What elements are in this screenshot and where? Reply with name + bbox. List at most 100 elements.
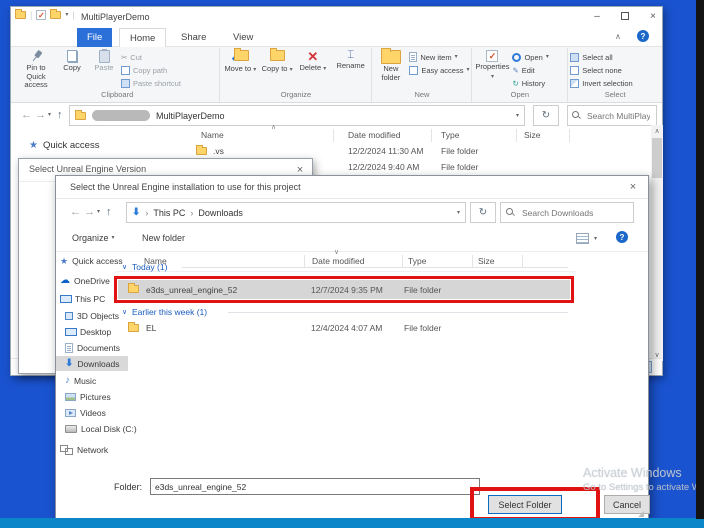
pin-to-quick-access-button[interactable]: Pin to Quick access (17, 50, 55, 90)
folder-icon[interactable] (50, 11, 61, 19)
rename-button[interactable]: ⌶Rename (332, 50, 370, 71)
copy-path-button[interactable]: Copy path (121, 64, 181, 76)
back-icon[interactable]: ← (21, 109, 32, 121)
easy-access-button[interactable]: Easy access▾ (409, 64, 469, 76)
copy-to-button[interactable]: Copy to ▾ (260, 50, 294, 73)
breadcrumb-this-pc[interactable]: This PC (153, 208, 185, 218)
sidebar-item-local-disk[interactable]: Local Disk (C:) (65, 422, 137, 436)
cut-button[interactable]: ✂Cut (121, 51, 181, 63)
collapse-group-icon[interactable]: ∨ (122, 263, 127, 271)
select-none-button[interactable]: Select none (570, 64, 632, 76)
close-button[interactable]: × (641, 7, 665, 25)
sidebar-item-this-pc[interactable]: This PC (60, 292, 105, 306)
folder-name-field[interactable] (150, 478, 480, 495)
sidebar-item-3d-objects[interactable]: 3D Objects (65, 309, 119, 323)
minimize-button[interactable]: – (585, 7, 609, 25)
copy-button[interactable]: Copy (57, 50, 87, 73)
column-type[interactable]: Type (441, 130, 459, 140)
properties-button[interactable]: ✓Properties ▾ (474, 50, 510, 80)
sidebar-item-network[interactable]: Network (60, 443, 108, 457)
column-size[interactable]: Size (478, 256, 495, 266)
search-input[interactable] (585, 110, 652, 122)
close-icon[interactable]: × (624, 179, 642, 195)
search-box[interactable] (500, 202, 634, 223)
ribbon-group-open: ✓Properties ▾ Open▾ ✎Edit ↻History Open (472, 48, 568, 102)
group-header[interactable]: Earlier this week (1) (132, 307, 207, 317)
view-mode-icon[interactable] (576, 233, 589, 244)
sidebar-item-quick-access[interactable]: ★ Quick access (29, 140, 99, 151)
new-folder-icon (381, 50, 401, 64)
column-size[interactable]: Size (524, 130, 541, 140)
scroll-up-icon[interactable]: ∧ (651, 125, 663, 137)
chevron-down-icon[interactable]: ▾ (457, 210, 460, 216)
new-folder-button[interactable]: New folder (142, 233, 185, 243)
search-input[interactable] (520, 207, 628, 219)
copy-to-icon (270, 50, 285, 64)
move-to-button[interactable]: ⬅Move to ▾ (222, 50, 258, 73)
sidebar-item-onedrive[interactable]: ☁OneDrive (60, 274, 110, 288)
history-icon: ↻ (512, 79, 518, 88)
refresh-button[interactable]: ↻ (533, 105, 559, 126)
collapse-group-icon[interactable]: ∨ (122, 308, 127, 316)
sidebar-item-downloads[interactable]: ⬇Downloads (65, 357, 119, 371)
maximize-button[interactable] (613, 7, 637, 25)
organize-button[interactable]: Organize▾ (72, 233, 115, 243)
up-icon[interactable]: ↑ (106, 206, 112, 218)
invert-selection-button[interactable]: Invert selection (570, 77, 632, 89)
folder-name-input[interactable] (151, 479, 479, 494)
checkmark-icon[interactable]: ✓ (36, 10, 46, 20)
history-button[interactable]: ↻History (512, 77, 548, 89)
tab-home[interactable]: Home (119, 28, 166, 47)
scrollbar-thumb[interactable] (652, 138, 662, 178)
new-folder-button[interactable]: New folder (374, 50, 407, 82)
downloads-icon: ⬇ (132, 208, 140, 218)
sidebar-item-pictures[interactable]: Pictures (65, 390, 111, 404)
new-item-button[interactable]: New item▾ (409, 51, 469, 63)
help-icon[interactable]: ? (616, 231, 628, 243)
tab-view[interactable]: View (223, 28, 263, 47)
select-all-button[interactable]: Select all (570, 51, 632, 63)
edit-button[interactable]: ✎Edit (512, 64, 548, 76)
chevron-down-icon[interactable]: ▾ (48, 112, 51, 118)
chevron-down-icon[interactable]: ▾ (516, 113, 519, 119)
sidebar-item-documents[interactable]: Documents (65, 341, 120, 355)
breadcrumb-path[interactable]: MultiPlayerDemo (156, 111, 225, 121)
up-icon[interactable]: ↑ (57, 109, 63, 121)
sidebar-item-desktop[interactable]: Desktop (65, 325, 111, 339)
resize-grip[interactable]: ◢ (638, 509, 644, 518)
file-name: .vs (213, 146, 224, 156)
breadcrumb-downloads[interactable]: Downloads (198, 208, 243, 218)
forward-icon[interactable]: → (84, 206, 95, 218)
screen: | ✓ ▾ | MultiPlayerDemo – × File Home Sh… (0, 0, 704, 528)
delete-button[interactable]: ✕Delete ▾ (296, 50, 330, 73)
sidebar-item-music[interactable]: ♪Music (65, 374, 96, 388)
breadcrumb[interactable]: ⬇ › This PC › Downloads ▾ (126, 202, 466, 223)
column-date-modified[interactable]: Date modified (348, 130, 400, 140)
file-date: 12/2/2024 11:30 AM (348, 146, 423, 156)
collapse-ribbon-icon[interactable]: ∧ (615, 32, 621, 41)
back-icon[interactable]: ← (70, 206, 81, 218)
chevron-down-icon[interactable]: ▾ (65, 12, 68, 18)
sidebar-item-videos[interactable]: Videos (65, 406, 106, 420)
tab-file[interactable]: File (77, 28, 112, 47)
column-date-modified[interactable]: Date modified (312, 256, 364, 266)
help-icon[interactable]: ? (637, 30, 649, 42)
column-name[interactable]: Name (201, 130, 224, 140)
paste-shortcut-button[interactable]: Paste shortcut (121, 77, 181, 89)
open-button[interactable]: Open▾ (512, 51, 548, 63)
breadcrumb[interactable]: MultiPlayerDemo ▾ (69, 105, 525, 126)
paste-button[interactable]: Paste (89, 50, 119, 73)
scrollbar[interactable]: ∧ ∨ (651, 125, 663, 361)
forward-icon[interactable]: → (35, 109, 46, 121)
ribbon-tab-row: File Home Share View ∧ ? (11, 27, 662, 47)
chevron-down-icon[interactable]: ▾ (594, 236, 597, 242)
invert-selection-icon (570, 79, 579, 88)
sidebar-item-quick-access[interactable]: ★Quick access (60, 254, 123, 268)
chevron-down-icon[interactable]: ▾ (97, 209, 100, 215)
search-box[interactable] (567, 105, 657, 126)
group-header[interactable]: Today (1) (132, 262, 167, 272)
file-type: File folder (404, 323, 441, 333)
tab-share[interactable]: Share (171, 28, 216, 47)
refresh-button[interactable]: ↻ (470, 202, 496, 223)
column-type[interactable]: Type (408, 256, 426, 266)
